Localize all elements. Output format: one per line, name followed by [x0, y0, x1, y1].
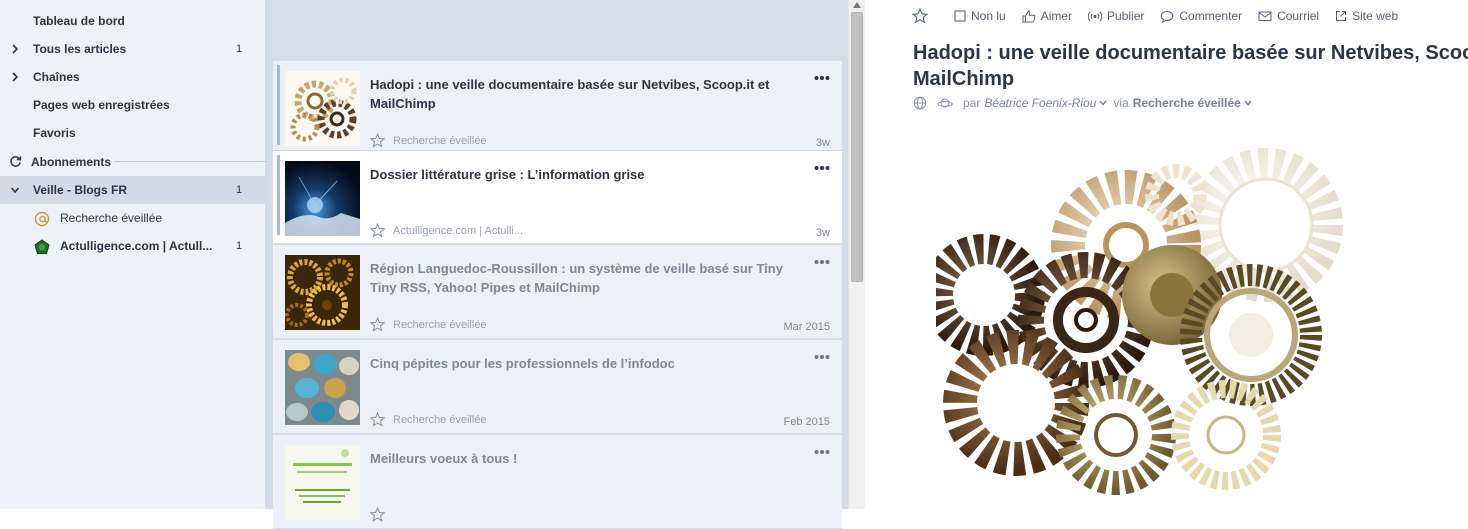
broadcast-icon — [1088, 10, 1103, 22]
article-source: Recherche éveillée — [393, 319, 487, 331]
article-card[interactable]: Cinq pépites pour les professionnels de … — [273, 340, 842, 434]
comment-button[interactable]: Commenter — [1160, 9, 1242, 23]
sidebar-item-saved-pages[interactable]: Pages web enregistrées — [0, 91, 266, 119]
email-button[interactable]: Courriel — [1258, 9, 1319, 23]
chevron-down-icon[interactable] — [1244, 100, 1252, 106]
sidebar-item-label: Pages web enregistrées — [33, 98, 170, 112]
publish-label: Publier — [1107, 9, 1145, 23]
sidebar-item-label: Tableau de bord — [33, 14, 125, 28]
star-icon[interactable] — [370, 133, 385, 148]
article-title[interactable]: Hadopi : une veille documentaire basée s… — [913, 40, 1468, 92]
mark-unread-label: Non lu — [971, 9, 1006, 23]
star-icon[interactable] — [370, 412, 385, 427]
sidebar-item-label: Chaînes — [33, 70, 80, 84]
sidebar-item-label: Tous les articles — [33, 42, 127, 56]
sidebar-feed-actulligence[interactable]: Actulligence.com | Actull... 1 — [0, 232, 266, 260]
article-reader: Non lu Aimer Publier Commenter Courriel … — [866, 0, 1468, 509]
like-button[interactable]: Aimer — [1022, 9, 1072, 23]
sidebar-item-favorites[interactable]: Favoris — [0, 119, 266, 147]
more-options-icon[interactable] — [814, 164, 830, 172]
more-options-icon[interactable] — [814, 74, 830, 82]
sidebar-folder-veille[interactable]: Veille - Blogs FR 1 — [0, 176, 266, 204]
subscriptions-header: Abonnements — [0, 148, 266, 176]
article-title[interactable]: Dossier littérature grise : L’informatio… — [370, 165, 800, 184]
article-card[interactable]: Meilleurs voeux à tous ! — [273, 435, 842, 529]
article-thumbnail — [285, 255, 360, 330]
article-title[interactable]: Région Languedoc-Roussillon : un système… — [370, 259, 800, 297]
sidebar-item-label: Favoris — [33, 126, 76, 140]
article-source: Recherche éveillée — [393, 135, 487, 147]
article-title[interactable]: Cinq pépites pour les professionnels de … — [370, 354, 800, 373]
unread-indicator — [277, 65, 280, 145]
article-age: Mar 2015 — [783, 321, 830, 333]
mark-unread-button[interactable]: Non lu — [954, 9, 1006, 23]
more-options-icon[interactable] — [814, 258, 830, 266]
chevron-right-icon[interactable] — [10, 44, 20, 54]
external-link-icon — [1336, 11, 1347, 21]
scrollbar-thumb[interactable] — [851, 12, 863, 282]
star-icon[interactable] — [912, 8, 928, 24]
via-label: via — [1113, 96, 1129, 110]
unread-count: 1 — [236, 184, 243, 196]
article-card[interactable]: Région Languedoc-Roussillon : un système… — [273, 245, 842, 339]
saturn-icon — [937, 98, 953, 108]
feed-label: Recherche éveillée — [60, 211, 163, 225]
by-label: par — [963, 96, 981, 110]
chevron-down-icon[interactable] — [10, 185, 20, 195]
section-divider — [114, 161, 266, 162]
sidebar-feed-recherche-eveillee[interactable]: Recherche éveillée — [0, 204, 266, 232]
envelope-icon — [1258, 11, 1272, 21]
feed-favicon-icon — [34, 239, 50, 254]
article-age: 3w — [815, 137, 830, 149]
reader-toolbar: Non lu Aimer Publier Commenter Courriel … — [912, 6, 1414, 26]
website-button[interactable]: Site web — [1335, 9, 1398, 23]
like-label: Aimer — [1040, 9, 1073, 23]
article-title[interactable]: Hadopi : une veille documentaire basée s… — [370, 75, 800, 113]
star-icon[interactable] — [370, 317, 385, 332]
scroll-up-arrow-icon[interactable] — [852, 1, 862, 9]
article-source: Recherche éveillée — [393, 414, 487, 426]
globe-icon — [913, 96, 927, 110]
sidebar-item-channels[interactable]: Chaînes — [0, 63, 266, 91]
thumbs-up-icon — [1022, 10, 1036, 22]
checkbox-icon — [954, 10, 966, 22]
chevron-down-icon[interactable] — [1099, 100, 1107, 106]
comment-icon — [1161, 10, 1174, 23]
article-thumbnail — [285, 161, 360, 236]
sidebar-item-dashboard[interactable]: Tableau de bord — [0, 7, 266, 35]
unread-count: 1 — [236, 43, 243, 55]
unread-count: 1 — [236, 240, 243, 252]
article-thumbnail — [285, 350, 360, 425]
chevron-right-icon[interactable] — [10, 72, 20, 82]
folder-label: Veille - Blogs FR — [33, 183, 128, 197]
article-list: Hadopi : une veille documentaire basée s… — [266, 0, 848, 529]
article-age: Feb 2015 — [783, 416, 830, 428]
section-title: Abonnements — [31, 155, 112, 169]
sidebar-item-all-articles[interactable]: Tous les articles 1 — [0, 35, 266, 63]
feed-favicon-icon — [34, 211, 50, 227]
author-name[interactable]: Béatrice Foenix-Riou — [984, 96, 1096, 110]
article-source: Actulligence.com | Actulli... — [393, 225, 524, 237]
article-card-selected[interactable]: Dossier littérature grise : L’informatio… — [273, 150, 842, 244]
article-age: 3w — [815, 227, 830, 239]
article-thumbnail — [285, 71, 360, 146]
unread-indicator — [277, 155, 280, 235]
feed-label: Actulligence.com | Actull... — [60, 239, 213, 253]
article-meta: par Béatrice Foenix-Riou via Recherche é… — [913, 95, 1258, 111]
star-icon[interactable] — [370, 223, 385, 238]
website-label: Site web — [1352, 9, 1399, 23]
article-hero-image — [923, 145, 1356, 509]
article-title[interactable]: Meilleurs voeux à tous ! — [370, 449, 800, 468]
sidebar: Tableau de bord Tous les articles 1 Chaî… — [0, 0, 266, 509]
refresh-icon[interactable] — [9, 155, 22, 168]
via-source[interactable]: Recherche éveillée — [1133, 96, 1241, 110]
article-card[interactable]: Hadopi : une veille documentaire basée s… — [273, 61, 842, 155]
email-label: Courriel — [1277, 9, 1320, 23]
more-options-icon[interactable] — [814, 448, 830, 456]
comment-label: Commenter — [1179, 9, 1243, 23]
star-icon[interactable] — [370, 507, 385, 522]
more-options-icon[interactable] — [814, 353, 830, 361]
publish-button[interactable]: Publier — [1088, 9, 1144, 23]
